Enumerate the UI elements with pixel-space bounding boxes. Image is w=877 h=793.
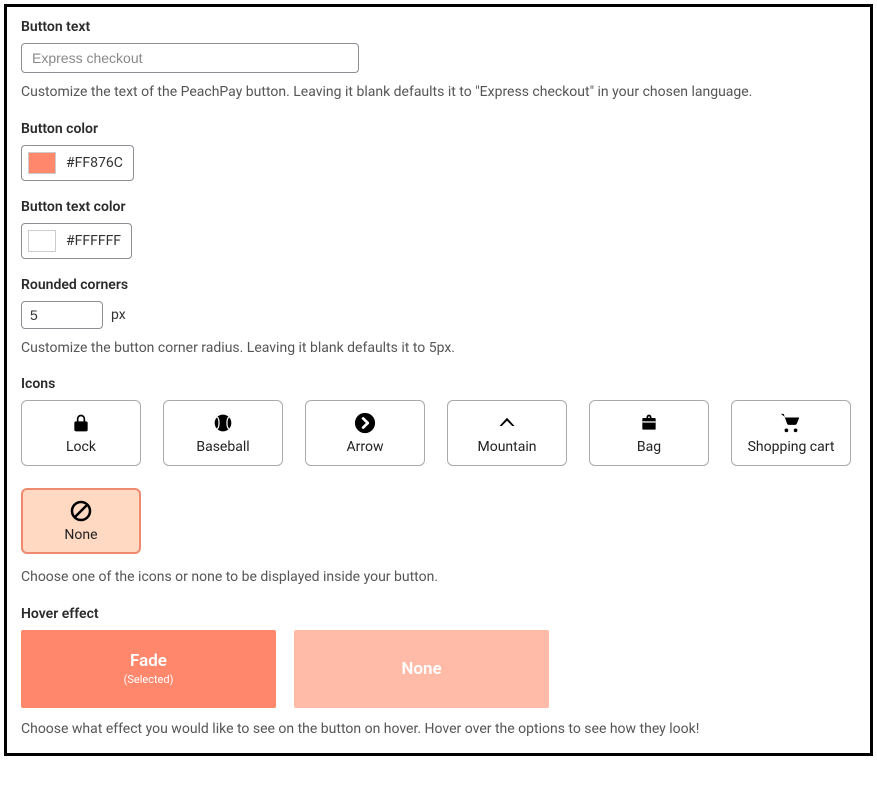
rounded-corners-label: Rounded corners (21, 277, 856, 293)
icon-label-arrow: Arrow (347, 439, 384, 455)
icon-label-bag: Bag (637, 439, 661, 455)
button-color-picker[interactable]: #FF876C (21, 145, 134, 181)
icon-option-mountain[interactable]: Mountain (447, 400, 567, 466)
hover-option-none[interactable]: None (294, 630, 549, 708)
icon-option-none[interactable]: None (21, 488, 141, 554)
button-text-color-picker[interactable]: #FFFFFF (21, 223, 132, 259)
icon-option-shopping-cart[interactable]: Shopping cart (731, 400, 851, 466)
icon-option-lock[interactable]: Lock (21, 400, 141, 466)
hover-fade-title: Fade (130, 651, 167, 671)
icons-help: Choose one of the icons or none to be di… (21, 568, 856, 588)
button-text-color-value: #FFFFFF (66, 233, 121, 249)
hover-effect-label: Hover effect (21, 606, 856, 622)
button-text-label: Button text (21, 19, 856, 35)
none-icon (69, 499, 93, 523)
icon-option-bag[interactable]: Bag (589, 400, 709, 466)
hover-option-fade[interactable]: Fade (Selected) (21, 630, 276, 708)
rounded-corners-help: Customize the button corner radius. Leav… (21, 339, 856, 359)
button-text-color-swatch (28, 230, 56, 252)
hover-fade-selected: (Selected) (124, 673, 174, 686)
icons-label: Icons (21, 376, 856, 392)
settings-panel: Button text Customize the text of the Pe… (4, 4, 873, 756)
bag-icon (637, 411, 661, 435)
button-color-label: Button color (21, 121, 856, 137)
icon-label-lock: Lock (66, 439, 96, 455)
icon-label-shopping-cart: Shopping cart (748, 439, 835, 455)
mountain-icon (495, 411, 519, 435)
shopping-cart-icon (779, 411, 803, 435)
rounded-corners-unit: px (111, 307, 126, 323)
hover-effect-row: Fade (Selected) None (21, 630, 856, 708)
button-text-input[interactable] (21, 43, 359, 73)
button-text-help: Customize the text of the PeachPay butto… (21, 83, 856, 103)
button-color-swatch (28, 152, 56, 174)
baseball-icon (211, 411, 235, 435)
icon-label-mountain: Mountain (478, 439, 537, 455)
icon-option-baseball[interactable]: Baseball (163, 400, 283, 466)
arrow-icon (353, 411, 377, 435)
lock-icon (69, 411, 93, 435)
hover-none-title: None (401, 659, 441, 679)
rounded-corners-input[interactable] (21, 301, 103, 329)
icon-label-baseball: Baseball (196, 439, 249, 455)
hover-effect-help: Choose what effect you would like to see… (21, 720, 856, 740)
icon-option-arrow[interactable]: Arrow (305, 400, 425, 466)
icons-grid: Lock Baseball Arrow Mountain Bag (21, 400, 856, 554)
icon-label-none: None (64, 527, 97, 543)
button-color-value: #FF876C (66, 155, 123, 171)
button-text-color-label: Button text color (21, 199, 856, 215)
